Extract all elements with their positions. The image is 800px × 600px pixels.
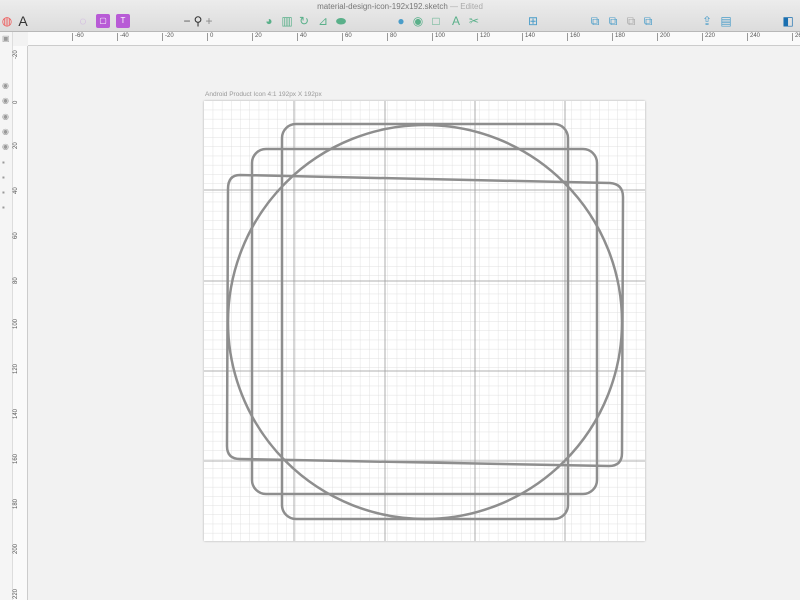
- canvas[interactable]: [0, 0, 800, 600]
- grid: [204, 101, 645, 541]
- artboard-label[interactable]: Android Product Icon 4:1 192px X 192px: [205, 91, 322, 98]
